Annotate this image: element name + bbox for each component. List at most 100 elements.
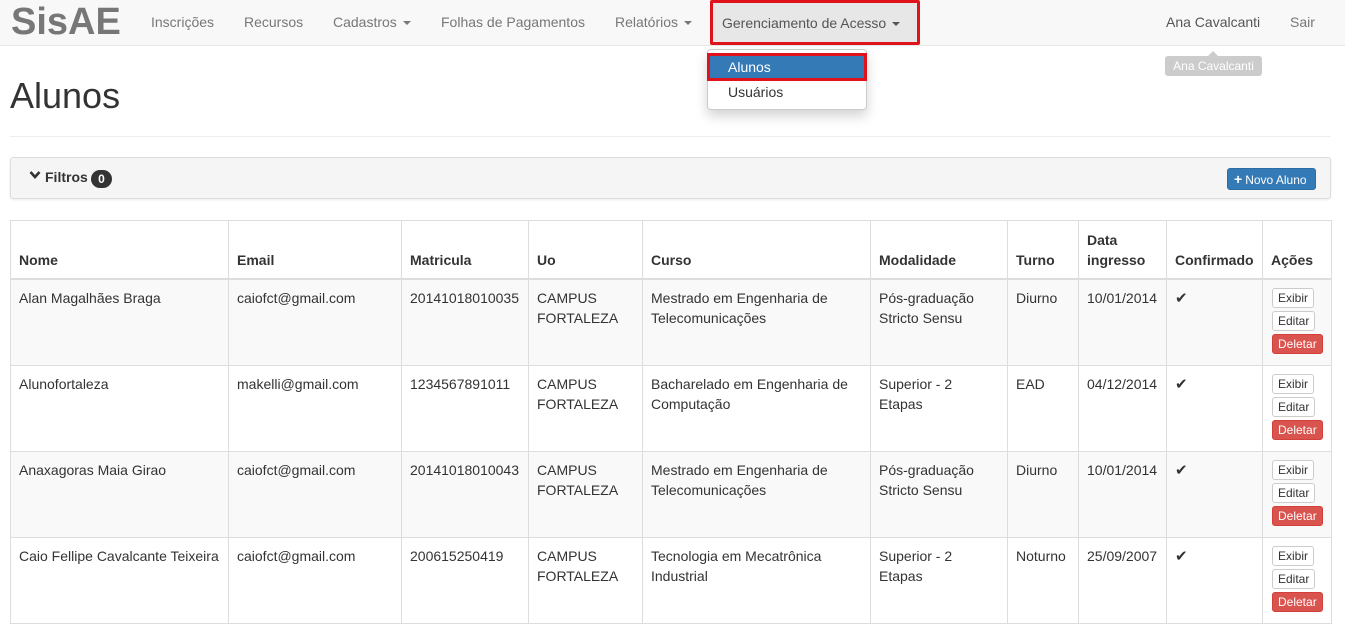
- navbar: SisAE Inscrições Recursos Cadastros Folh…: [0, 0, 1345, 46]
- header-uo[interactable]: Uo: [528, 220, 643, 280]
- table-row: Alan Magalhães Braga caiofct@gmail.com 2…: [10, 278, 1332, 366]
- cell-nome: Caio Fellipe Cavalcante Teixeira: [10, 536, 229, 624]
- plus-icon: +: [1234, 171, 1243, 187]
- cell-data-ingresso: 04/12/2014: [1078, 364, 1167, 452]
- cell-modalidade: Superior - 2 Etapas: [870, 536, 1008, 624]
- cell-email: caiofct@gmail.com: [228, 450, 402, 538]
- cell-confirmado: ✔: [1166, 278, 1263, 366]
- filters-count-badge: 0: [91, 170, 112, 188]
- dropdown-item-usuarios[interactable]: Usuários: [708, 81, 866, 107]
- cell-data-ingresso: 25/09/2007: [1078, 536, 1167, 624]
- filters-toggle[interactable]: Filtros: [45, 169, 88, 185]
- header-turno[interactable]: Turno: [1007, 220, 1079, 280]
- nav-recursos[interactable]: Recursos: [244, 0, 303, 45]
- cell-email: caiofct@gmail.com: [228, 536, 402, 624]
- delete-button[interactable]: Deletar: [1272, 333, 1323, 354]
- cell-curso: Mestrado em Engenharia de Telecomunicaçõ…: [642, 450, 871, 538]
- header-data-ingresso[interactable]: Data ingresso: [1078, 220, 1167, 280]
- cell-curso: Mestrado em Engenharia de Telecomunicaçõ…: [642, 278, 871, 366]
- cell-curso: Tecnologia em Mecatrônica Industrial: [642, 536, 871, 624]
- cell-matricula: 1234567891011: [401, 364, 529, 452]
- cell-email: makelli@gmail.com: [228, 364, 402, 452]
- header-email[interactable]: Email: [228, 220, 402, 280]
- caret-down-icon: [402, 21, 411, 26]
- header-matricula[interactable]: Matricula: [401, 220, 529, 280]
- cell-acoes: Exibir Editar Deletar: [1262, 536, 1332, 624]
- dropdown-item-alunos[interactable]: Alunos: [707, 53, 867, 81]
- cell-acoes: Exibir Editar Deletar: [1262, 364, 1332, 452]
- cell-nome: Alan Magalhães Braga: [10, 278, 229, 366]
- cell-matricula: 20141018010035: [401, 278, 529, 366]
- new-student-label: Novo Aluno: [1245, 173, 1307, 187]
- cell-modalidade: Pós-graduação Stricto Sensu: [870, 450, 1008, 538]
- students-table-wrapper: Nome Email Matricula Uo Curso Modalidade…: [10, 220, 1332, 624]
- user-tooltip: Ana Cavalcanti: [1165, 51, 1262, 76]
- cell-modalidade: Pós-graduação Stricto Sensu: [870, 278, 1008, 366]
- header-confirmado[interactable]: Confirmado: [1166, 220, 1263, 280]
- students-table: Nome Email Matricula Uo Curso Modalidade…: [10, 220, 1332, 624]
- brand-logo[interactable]: SisAE: [11, 1, 121, 43]
- show-button[interactable]: Exibir: [1272, 545, 1315, 566]
- header-acoes: Ações: [1262, 220, 1332, 280]
- page-title: Alunos: [10, 75, 121, 116]
- chevron-down-icon[interactable]: [29, 170, 41, 180]
- edit-button[interactable]: Editar: [1272, 568, 1316, 589]
- cell-uo: CAMPUS FORTALEZA: [528, 536, 643, 624]
- table-row: Alunofortaleza makelli@gmail.com 1234567…: [10, 364, 1332, 452]
- nav-gerenciamento-acesso[interactable]: Gerenciamento de Acesso: [710, 0, 920, 45]
- nav-logout[interactable]: Sair: [1290, 0, 1315, 45]
- cell-turno: EAD: [1007, 364, 1079, 452]
- cell-acoes: Exibir Editar Deletar: [1262, 278, 1332, 366]
- cell-nome: Alunofortaleza: [10, 364, 229, 452]
- cell-uo: CAMPUS FORTALEZA: [528, 450, 643, 538]
- nav-cadastros-label: Cadastros: [333, 14, 397, 30]
- divider: [10, 136, 1331, 137]
- nav-inscricoes[interactable]: Inscrições: [151, 0, 214, 45]
- new-student-button[interactable]: + Novo Aluno: [1227, 168, 1316, 190]
- check-icon: ✔: [1175, 375, 1188, 393]
- nav-gerenciamento-label: Gerenciamento de Acesso: [722, 15, 887, 31]
- cell-data-ingresso: 10/01/2014: [1078, 278, 1167, 366]
- cell-matricula: 200615250419: [401, 536, 529, 624]
- nav-folhas-pagamentos[interactable]: Folhas de Pagamentos: [441, 0, 585, 45]
- cell-nome: Anaxagoras Maia Girao: [10, 450, 229, 538]
- table-row: Caio Fellipe Cavalcante Teixeira caiofct…: [10, 536, 1332, 624]
- delete-button[interactable]: Deletar: [1272, 419, 1323, 440]
- nav-cadastros[interactable]: Cadastros: [333, 0, 411, 45]
- caret-down-icon: [892, 22, 901, 27]
- check-icon: ✔: [1175, 461, 1188, 479]
- cell-uo: CAMPUS FORTALEZA: [528, 364, 643, 452]
- table-header-row: Nome Email Matricula Uo Curso Modalidade…: [10, 220, 1332, 280]
- cell-confirmado: ✔: [1166, 450, 1263, 538]
- cell-confirmado: ✔: [1166, 536, 1263, 624]
- cell-modalidade: Superior - 2 Etapas: [870, 364, 1008, 452]
- cell-confirmado: ✔: [1166, 364, 1263, 452]
- header-nome[interactable]: Nome: [10, 220, 229, 280]
- cell-data-ingresso: 10/01/2014: [1078, 450, 1167, 538]
- show-button[interactable]: Exibir: [1272, 373, 1315, 394]
- delete-button[interactable]: Deletar: [1272, 591, 1323, 612]
- show-button[interactable]: Exibir: [1272, 287, 1315, 308]
- nav-relatorios[interactable]: Relatórios: [615, 0, 693, 45]
- check-icon: ✔: [1175, 547, 1188, 565]
- nav-user[interactable]: Ana Cavalcanti: [1166, 0, 1260, 45]
- edit-button[interactable]: Editar: [1272, 396, 1316, 417]
- table-row: Anaxagoras Maia Girao caiofct@gmail.com …: [10, 450, 1332, 538]
- nav-relatorios-label: Relatórios: [615, 14, 679, 30]
- edit-button[interactable]: Editar: [1272, 310, 1316, 331]
- cell-uo: CAMPUS FORTALEZA: [528, 278, 643, 366]
- header-modalidade[interactable]: Modalidade: [870, 220, 1008, 280]
- edit-button[interactable]: Editar: [1272, 482, 1316, 503]
- cell-matricula: 20141018010043: [401, 450, 529, 538]
- header-curso[interactable]: Curso: [642, 220, 871, 280]
- cell-acoes: Exibir Editar Deletar: [1262, 450, 1332, 538]
- cell-curso: Bacharelado em Engenharia de Computação: [642, 364, 871, 452]
- caret-down-icon: [684, 21, 693, 26]
- access-dropdown-menu: Alunos Usuários: [707, 49, 867, 110]
- delete-button[interactable]: Deletar: [1272, 505, 1323, 526]
- filters-panel: Filtros 0 + Novo Aluno: [10, 157, 1331, 199]
- cell-email: caiofct@gmail.com: [228, 278, 402, 366]
- cell-turno: Diurno: [1007, 278, 1079, 366]
- show-button[interactable]: Exibir: [1272, 459, 1315, 480]
- cell-turno: Diurno: [1007, 450, 1079, 538]
